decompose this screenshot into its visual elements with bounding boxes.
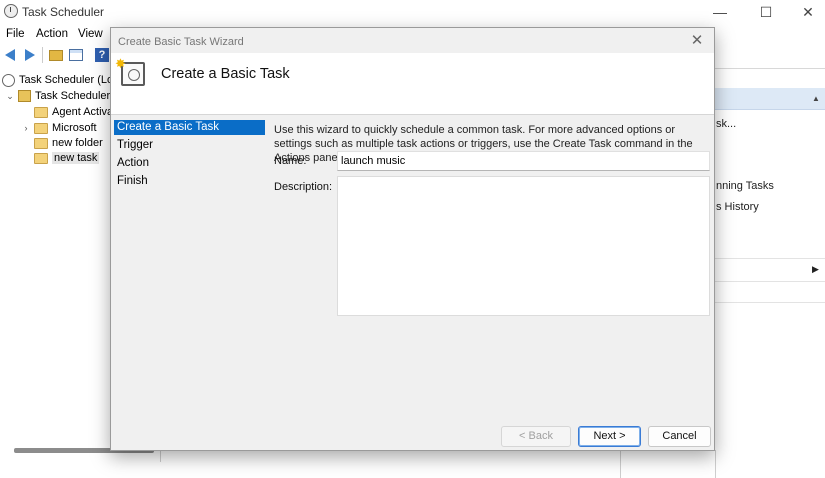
task-scheduler-icon <box>4 4 18 18</box>
tree-library[interactable]: ⌄ Task Scheduler L <box>6 88 119 104</box>
tree-item-label: new task <box>52 152 100 164</box>
folder-icon <box>34 137 48 149</box>
tree-item-label: Microsoft <box>52 122 97 134</box>
wizard-header-title: Create a Basic Task <box>161 66 290 82</box>
help-icon[interactable]: ? <box>93 46 111 64</box>
folder-icon <box>34 106 48 118</box>
app-title: Task Scheduler <box>22 5 105 19</box>
chevron-down-icon[interactable]: ⌄ <box>6 91 14 102</box>
create-basic-task-wizard: Create Basic Task Wizard ✕ ✸ Create a Ba… <box>110 27 715 451</box>
action-item[interactable]: s History <box>716 201 759 213</box>
folder-icon <box>34 122 48 134</box>
dialog-title: Create Basic Task Wizard <box>118 36 244 48</box>
step-trigger[interactable]: Trigger <box>114 138 265 153</box>
show-hide-pane-icon[interactable] <box>67 46 85 64</box>
step-action[interactable]: Action <box>114 156 265 171</box>
dialog-close-icon[interactable]: ✕ <box>688 31 706 49</box>
title-bar: Task Scheduler — ☐ ✕ <box>0 0 825 24</box>
action-item[interactable]: nning Tasks <box>716 180 774 192</box>
chevron-right-icon[interactable]: ▶ <box>812 264 819 275</box>
collapse-arrow-icon[interactable]: ▲ <box>812 94 820 103</box>
tree-item-agent-activation[interactable]: Agent Activa <box>22 104 113 120</box>
back-arrow-icon[interactable] <box>1 46 19 64</box>
maximize-button[interactable]: ☐ <box>743 2 789 22</box>
action-item[interactable]: sk... <box>716 118 736 130</box>
folder-up-icon[interactable] <box>47 46 65 64</box>
name-label: Name: <box>274 155 307 167</box>
library-folder-icon <box>18 90 31 102</box>
tree-item-new-folder[interactable]: new folder <box>22 135 103 151</box>
name-input[interactable]: launch music <box>337 151 710 171</box>
menu-view[interactable]: View <box>78 28 103 40</box>
menu-file[interactable]: File <box>6 28 25 40</box>
forward-arrow-icon[interactable] <box>21 46 39 64</box>
description-textarea[interactable] <box>337 176 710 316</box>
next-button[interactable]: Next > <box>578 426 641 447</box>
clock-icon <box>2 73 15 87</box>
back-button[interactable]: < Back <box>501 426 571 447</box>
cancel-button[interactable]: Cancel <box>648 426 711 447</box>
menu-action[interactable]: Action <box>36 28 68 40</box>
tree-item-label: new folder <box>52 137 103 149</box>
close-button[interactable]: ✕ <box>785 2 825 22</box>
sparkle-icon: ✸ <box>115 56 126 71</box>
actions-pane-header[interactable] <box>715 88 825 110</box>
wizard-header: ✸ Create a Basic Task <box>111 53 714 115</box>
step-create-basic-task[interactable]: Create a Basic Task <box>114 120 265 135</box>
description-label: Description: <box>274 181 333 193</box>
tree-root-label: Task Scheduler (Loca <box>19 74 125 86</box>
minimize-button[interactable]: — <box>697 2 743 22</box>
tree-library-label: Task Scheduler L <box>35 90 120 102</box>
tree-item-microsoft[interactable]: › Microsoft <box>22 120 97 136</box>
navigation-tree: Task Scheduler (Loca ⌄ Task Scheduler L … <box>0 70 125 450</box>
tree-root[interactable]: Task Scheduler (Loca <box>2 72 125 88</box>
tree-item-new-task[interactable]: new task <box>22 150 100 166</box>
folder-icon <box>34 152 48 164</box>
step-finish[interactable]: Finish <box>114 174 265 189</box>
chevron-right-icon[interactable]: › <box>22 123 30 133</box>
tree-item-label: Agent Activa <box>52 106 114 118</box>
